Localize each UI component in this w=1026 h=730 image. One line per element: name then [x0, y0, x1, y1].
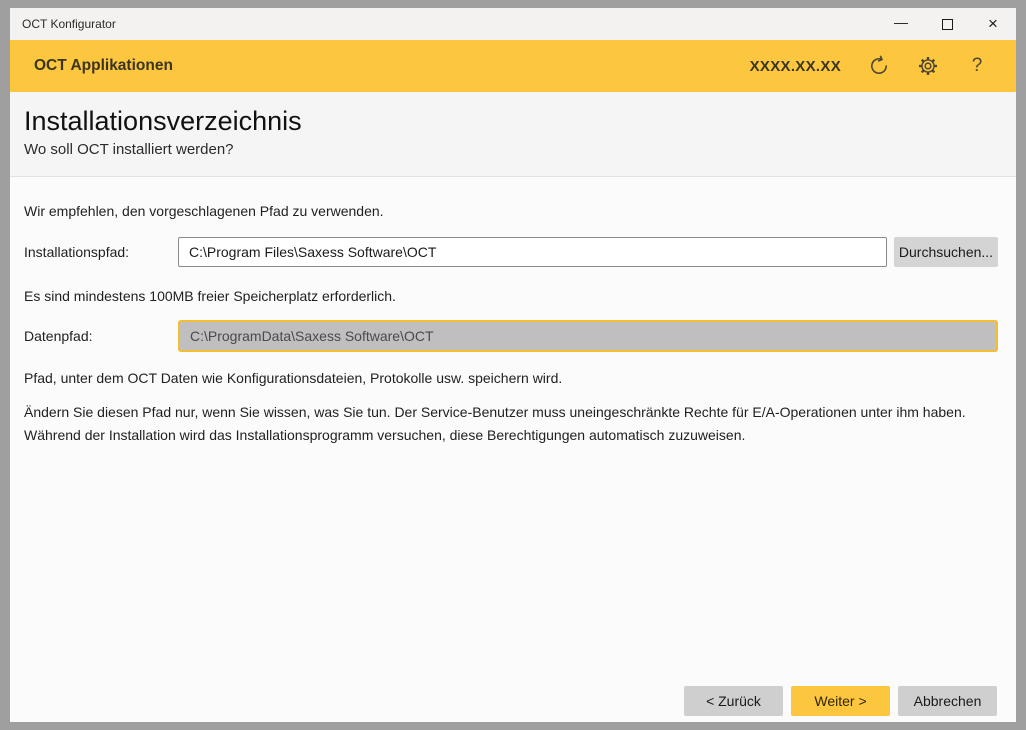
page-title: Installationsverzeichnis — [24, 105, 992, 138]
next-button[interactable]: Weiter > — [791, 686, 890, 716]
data-path-label: Datenpfad: — [24, 328, 178, 344]
close-icon: × — [988, 14, 998, 34]
close-button[interactable]: × — [970, 8, 1016, 40]
warning-text: Ändern Sie diesen Pfad nur, wenn Sie wis… — [24, 401, 998, 447]
browse-button[interactable]: Durchsuchen... — [894, 237, 998, 267]
install-path-input[interactable] — [178, 237, 887, 267]
footer: < Zurück Weiter > Abbrechen — [10, 678, 1016, 722]
version-label: XXXX.XX.XX — [750, 58, 841, 75]
help-icon[interactable]: ? — [966, 55, 988, 77]
app-title: OCT Applikationen — [34, 57, 173, 75]
install-path-row: Installationspfad: Durchsuchen... — [24, 237, 998, 267]
window-controls: — × — [878, 8, 1016, 40]
intro-text: Wir empfehlen, den vorgeschlagenen Pfad … — [24, 203, 998, 219]
cancel-button[interactable]: Abbrechen — [898, 686, 997, 716]
install-path-label: Installationspfad: — [24, 244, 178, 260]
maximize-icon — [942, 19, 953, 30]
data-path-description: Pfad, unter dem OCT Daten wie Konfigurat… — [24, 370, 998, 386]
titlebar[interactable]: OCT Konfigurator — × — [10, 8, 1016, 40]
warning-line-2: Während der Installation wird das Instal… — [24, 424, 998, 447]
content-area: Wir empfehlen, den vorgeschlagenen Pfad … — [10, 177, 1016, 678]
page-subtitle: Wo soll OCT installiert werden? — [24, 141, 992, 158]
warning-line-1: Ändern Sie diesen Pfad nur, wenn Sie wis… — [24, 401, 998, 424]
app-header: OCT Applikationen XXXX.XX.XX — [10, 40, 1016, 92]
page-head: Installationsverzeichnis Wo soll OCT ins… — [10, 92, 1016, 177]
app-header-actions: XXXX.XX.XX — [750, 55, 988, 77]
data-path-input[interactable] — [178, 320, 998, 352]
minimize-icon: — — [894, 14, 908, 30]
refresh-icon[interactable] — [868, 55, 890, 77]
gear-icon[interactable] — [917, 55, 939, 77]
space-requirement-text: Es sind mindestens 100MB freier Speicher… — [24, 288, 998, 304]
back-button[interactable]: < Zurück — [684, 686, 783, 716]
installer-window: OCT Konfigurator — × OCT Applikationen X… — [10, 8, 1016, 722]
minimize-button[interactable]: — — [878, 8, 924, 40]
maximize-button[interactable] — [924, 8, 970, 40]
window-title: OCT Konfigurator — [22, 17, 116, 31]
data-path-row: Datenpfad: — [24, 320, 998, 352]
